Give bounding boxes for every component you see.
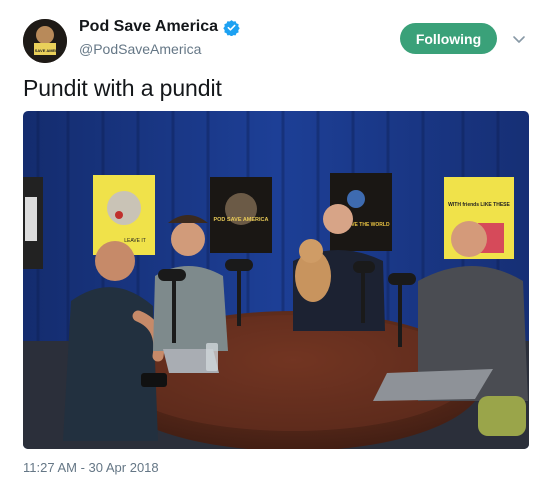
verified-badge-icon xyxy=(223,19,240,36)
tweet-text: Pundit with a pundit xyxy=(23,75,222,101)
chevron-down-icon[interactable] xyxy=(510,30,528,48)
avatar[interactable]: POD SAVE AMERICA xyxy=(23,19,67,63)
author-name-row[interactable]: Pod Save America xyxy=(79,18,240,36)
avatar-logo-text: POD SAVE AMERICA xyxy=(25,48,65,53)
display-name[interactable]: Pod Save America xyxy=(79,18,218,36)
poster-pod-save-america-text: POD SAVE AMERICA xyxy=(213,217,268,223)
poster-with-friends-like-these-text: WITH friends LIKE THESE xyxy=(448,202,510,208)
following-button[interactable]: Following xyxy=(400,23,497,54)
tweet-card: POD SAVE AMERICA Pod Save America @PodSa… xyxy=(0,0,552,482)
poster-leave-it-text: LEAVE IT xyxy=(124,238,146,244)
poster-pod-save-america: POD SAVE AMERICA xyxy=(210,177,272,253)
tweet-photo[interactable]: LEAVE IT POD SAVE AMERICA POD SAVE THE W… xyxy=(23,111,529,449)
laptop-right xyxy=(373,369,493,401)
tweet-timestamp[interactable]: 11:27 AM - 30 Apr 2018 xyxy=(23,460,159,475)
poster-leave-it: LEAVE IT xyxy=(93,175,155,255)
user-handle[interactable]: @PodSaveAmerica xyxy=(79,41,201,57)
